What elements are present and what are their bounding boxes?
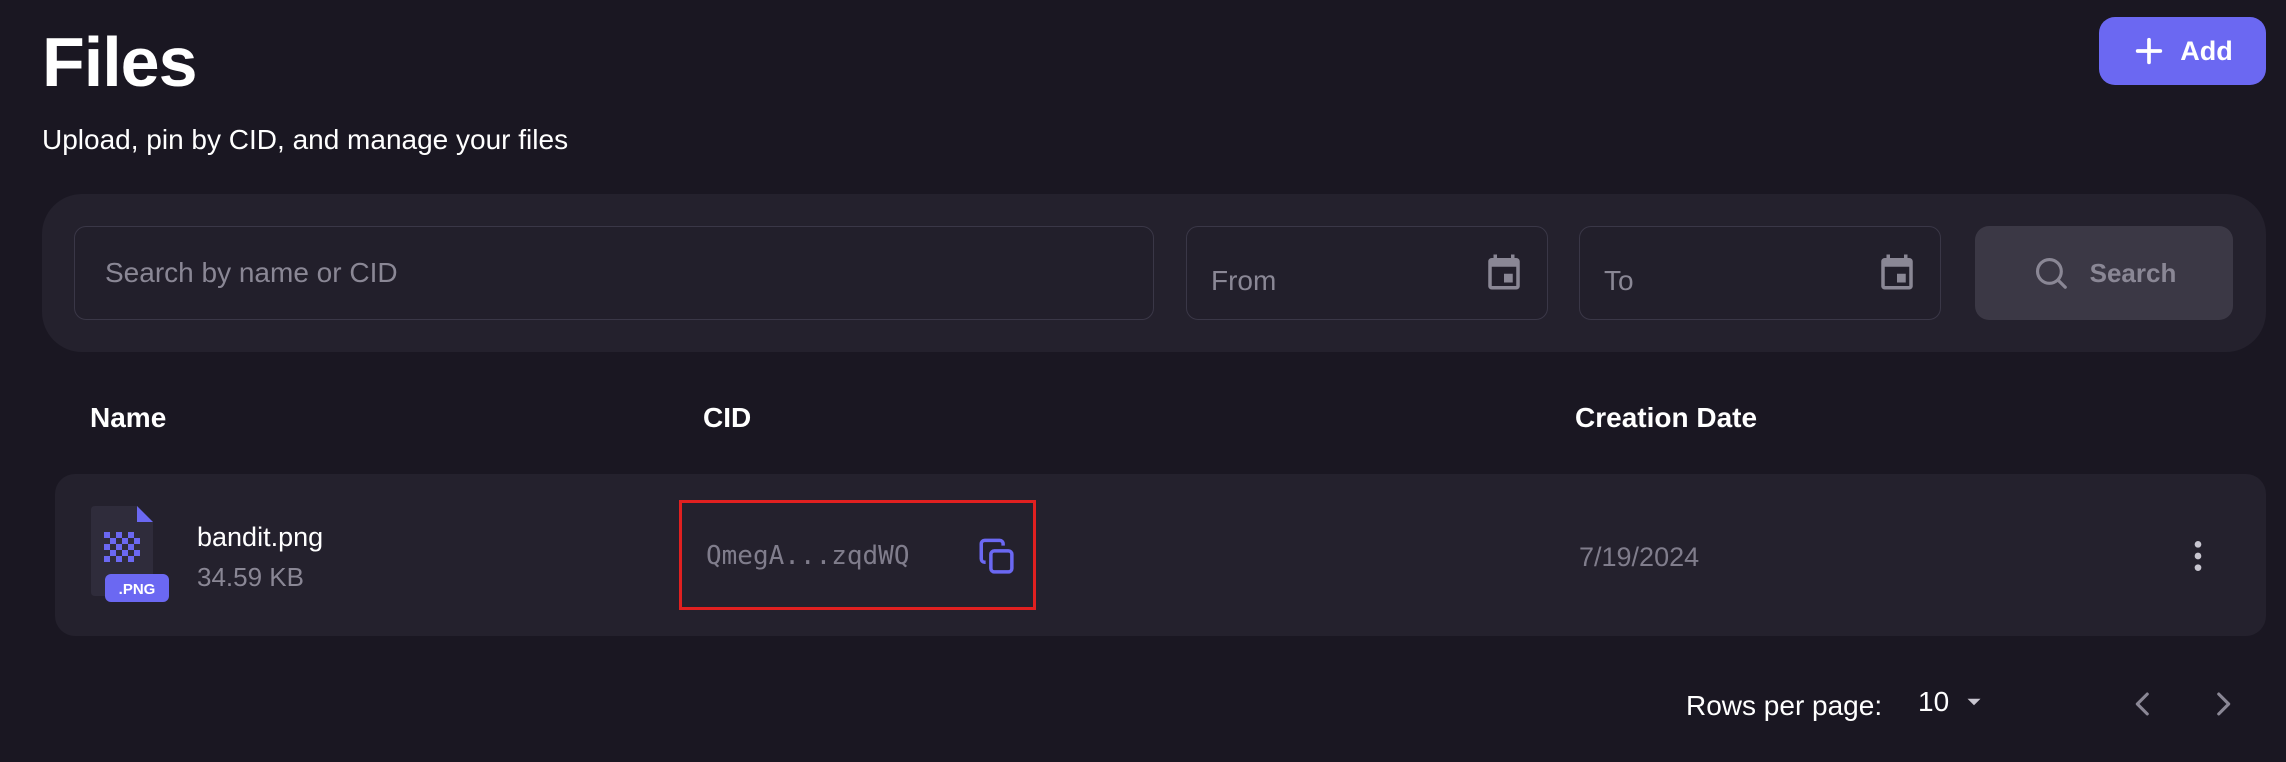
plus-icon — [2136, 37, 2163, 65]
cid-value: QmegA...zqdWQ — [706, 541, 910, 571]
column-header-creation-date: Creation Date — [1575, 402, 1758, 433]
rows-per-page-select[interactable]: 10 — [1918, 686, 1987, 718]
column-header-cid: CID — [703, 402, 752, 433]
search-icon — [2035, 257, 2067, 289]
file-size: 34.59 KB — [197, 562, 304, 592]
rows-per-page-value: 10 — [1918, 686, 1950, 717]
creation-date: 7/19/2024 — [1579, 542, 1700, 572]
file-name[interactable]: bandit.png — [197, 522, 323, 553]
filter-panel: From To Search — [42, 194, 2266, 352]
add-button[interactable]: Add — [2099, 17, 2266, 85]
more-vertical-icon[interactable] — [2178, 534, 2218, 578]
date-to-placeholder: To — [1604, 265, 1634, 296]
file-type-badge: .PNG — [119, 581, 156, 598]
date-to-field[interactable]: To — [1579, 226, 1941, 320]
chevron-down-icon — [1967, 698, 1981, 706]
chevron-left-icon[interactable] — [2126, 686, 2160, 722]
date-from-placeholder: From — [1211, 265, 1277, 296]
search-field[interactable] — [74, 226, 1154, 320]
column-header-name: Name — [90, 402, 167, 433]
add-button-label: Add — [2180, 35, 2233, 66]
page-subtitle: Upload, pin by CID, and manage your file… — [42, 124, 569, 155]
chevron-right-icon[interactable] — [2206, 686, 2240, 722]
table-row[interactable]: .PNG bandit.png 34.59 KB QmegA...zqdWQ 7… — [55, 474, 2266, 636]
search-button[interactable]: Search — [1975, 226, 2233, 320]
file-image-icon: .PNG — [91, 506, 169, 602]
date-from-field[interactable]: From — [1186, 226, 1548, 320]
cid-cell: QmegA...zqdWQ — [679, 500, 1036, 610]
calendar-icon[interactable] — [1483, 251, 1525, 293]
copy-icon[interactable] — [976, 536, 1018, 578]
search-button-label: Search — [2089, 257, 2177, 288]
files-page: Files Upload, pin by CID, and manage you… — [0, 0, 2286, 762]
rows-per-page-label: Rows per page: — [1686, 690, 1883, 721]
search-input[interactable] — [105, 257, 1153, 289]
calendar-icon[interactable] — [1876, 251, 1918, 293]
page-title: Files — [42, 23, 198, 101]
